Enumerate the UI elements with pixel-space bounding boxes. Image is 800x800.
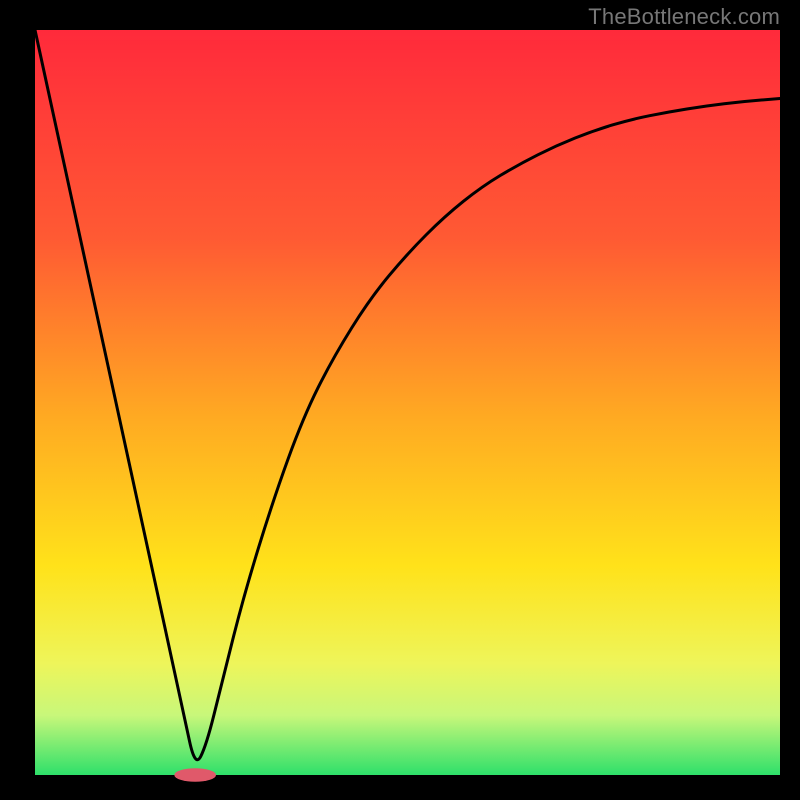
plot-background (35, 30, 780, 775)
watermark-text: TheBottleneck.com (588, 4, 780, 30)
bottleneck-chart (0, 0, 800, 800)
sweet-spot-marker (174, 768, 216, 781)
chart-container: TheBottleneck.com (0, 0, 800, 800)
